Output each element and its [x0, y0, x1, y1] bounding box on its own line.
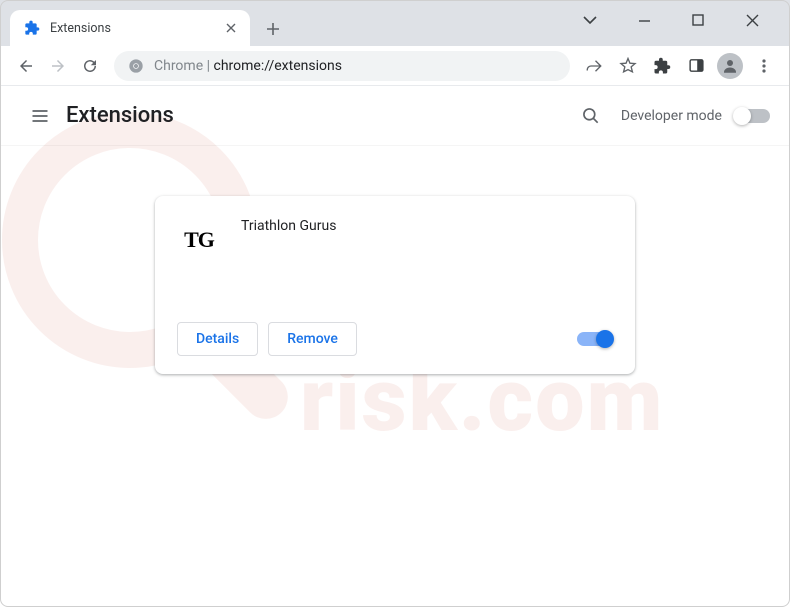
profile-button[interactable]: [714, 50, 746, 82]
developer-mode-toggle[interactable]: [734, 109, 770, 123]
address-bar[interactable]: Chrome | chrome://extensions: [114, 51, 570, 81]
developer-mode-label: Developer mode: [621, 108, 722, 124]
details-button[interactable]: Details: [177, 322, 258, 356]
search-button[interactable]: [573, 98, 609, 134]
window-maximize-button[interactable]: [686, 8, 710, 32]
tab-title: Extensions: [50, 21, 222, 36]
tab-close-button[interactable]: [222, 19, 240, 37]
share-button[interactable]: [578, 50, 610, 82]
page-title: Extensions: [66, 103, 174, 128]
window-close-button[interactable]: [740, 8, 764, 32]
extension-card: TG Triathlon Gurus Details Remove: [155, 196, 635, 374]
extension-icon: TG: [177, 218, 221, 262]
sidepanel-button[interactable]: [680, 50, 712, 82]
forward-button: [42, 50, 74, 82]
tab-favicon: [24, 20, 40, 36]
extensions-button[interactable]: [646, 50, 678, 82]
address-text: Chrome | chrome://extensions: [154, 58, 342, 74]
chrome-icon: [128, 58, 144, 74]
avatar-icon: [717, 53, 743, 79]
window-minimize-button[interactable]: [632, 8, 656, 32]
back-button[interactable]: [10, 50, 42, 82]
hamburger-menu-button[interactable]: [20, 96, 60, 136]
extension-enable-toggle[interactable]: [577, 332, 613, 346]
extension-name: Triathlon Gurus: [241, 218, 336, 234]
remove-button[interactable]: Remove: [268, 322, 357, 356]
bookmark-button[interactable]: [612, 50, 644, 82]
menu-button[interactable]: [748, 50, 780, 82]
new-tab-button[interactable]: [258, 14, 288, 44]
browser-tab[interactable]: Extensions: [10, 10, 250, 46]
window-dropdown-button[interactable]: [578, 8, 602, 32]
reload-button[interactable]: [74, 50, 106, 82]
